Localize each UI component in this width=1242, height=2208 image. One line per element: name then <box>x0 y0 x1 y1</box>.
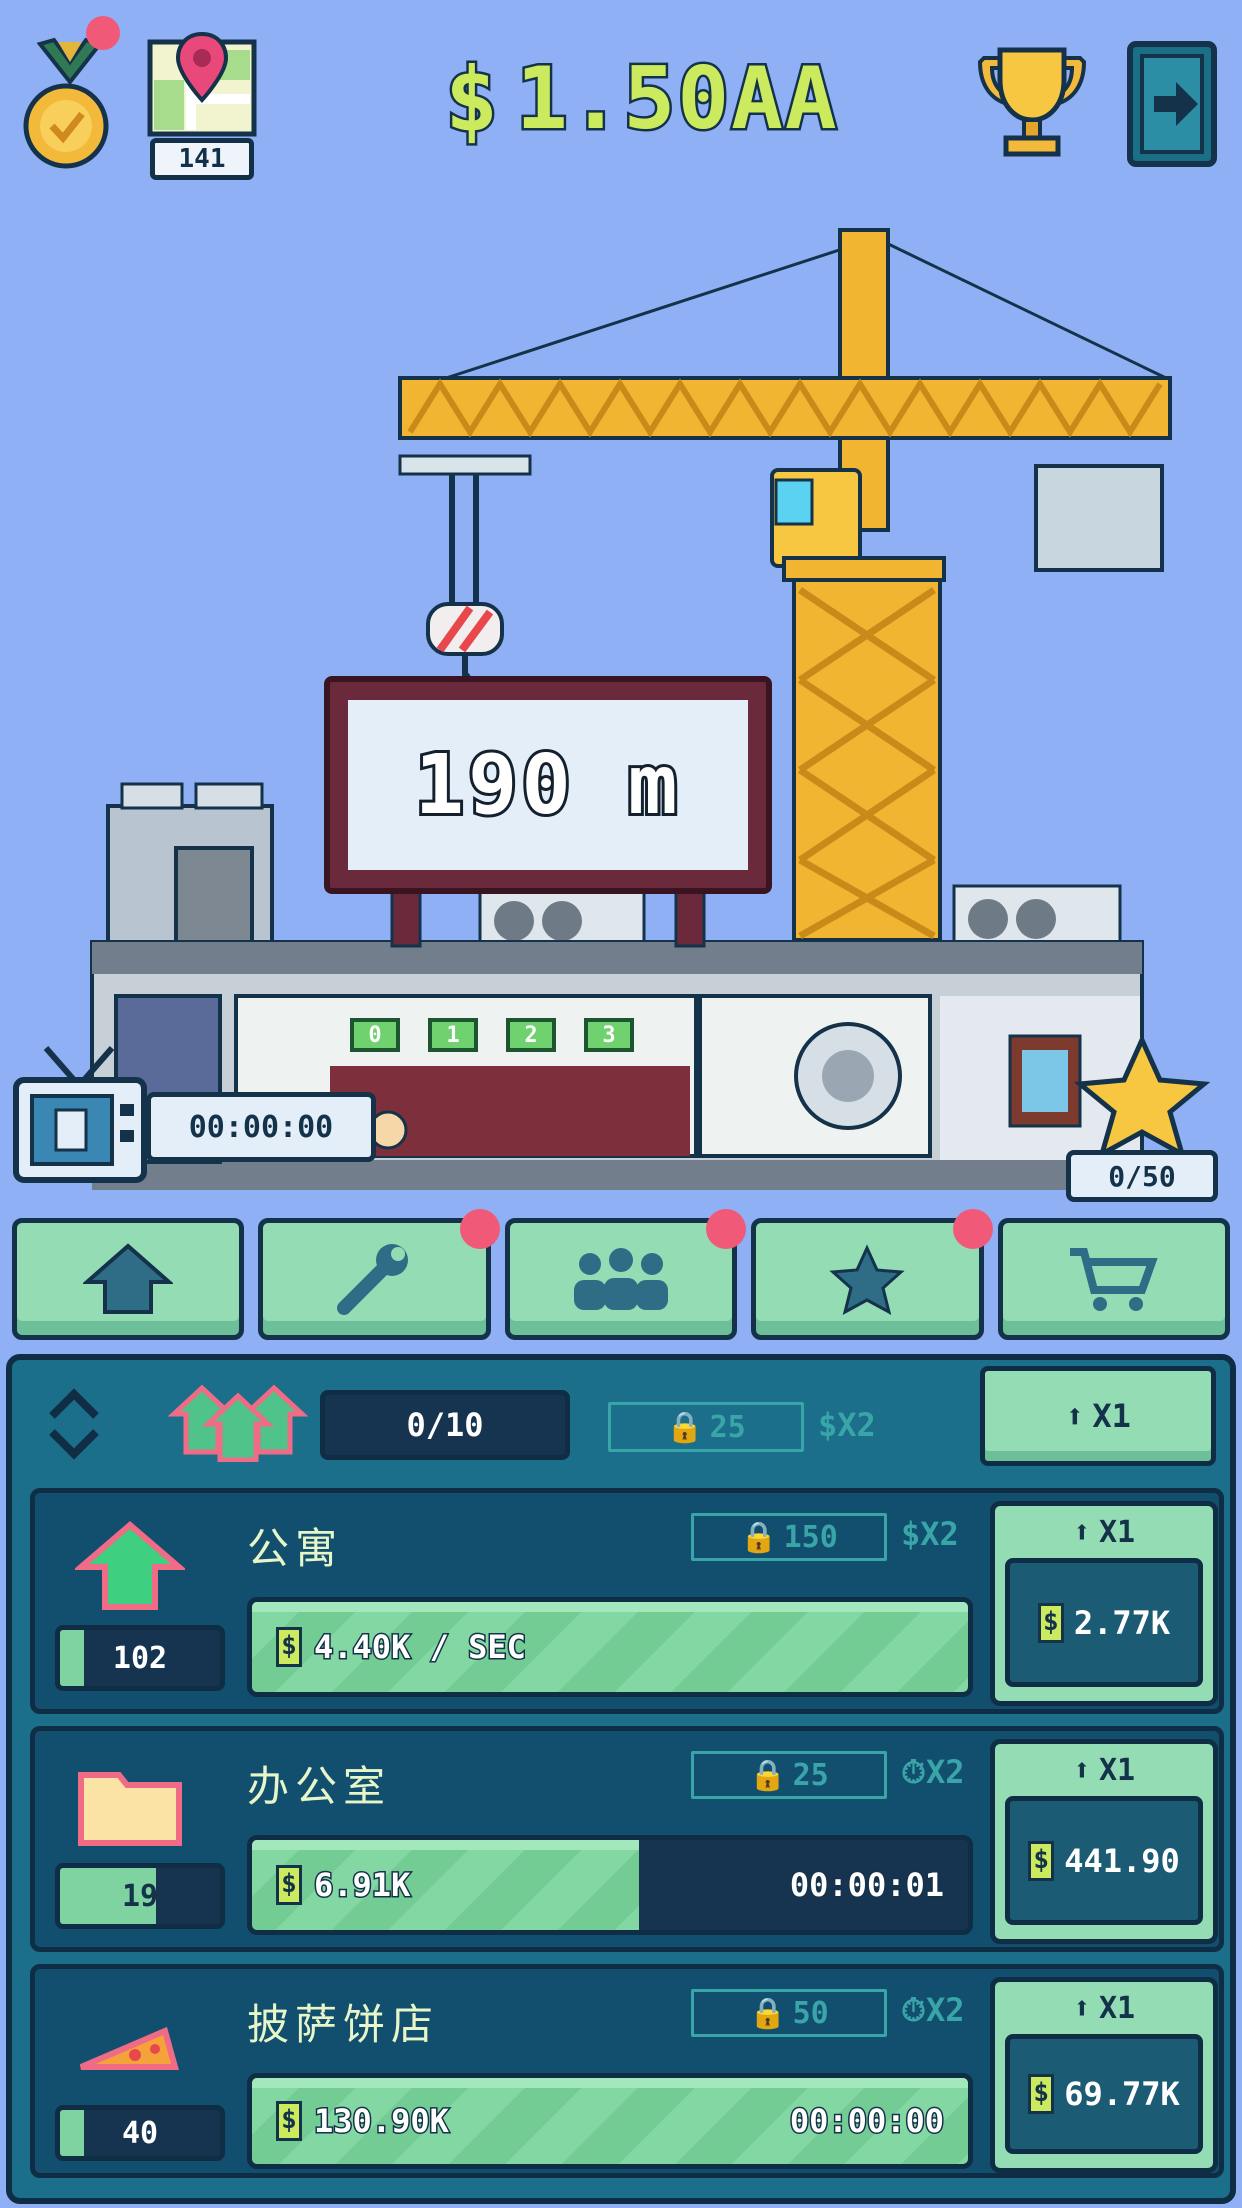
floor-tag: 0 <box>350 1018 400 1052</box>
houses-icon <box>168 1384 308 1462</box>
tv-icon <box>13 1046 147 1183</box>
lock-value: 25 <box>709 1409 746 1445</box>
house-icon <box>75 1521 185 1610</box>
wrench-icon <box>336 1244 408 1315</box>
notification-dot <box>706 1209 747 1249</box>
lock-requirement: 🔒 25 <box>691 1751 887 1799</box>
tab-managers[interactable] <box>504 1209 747 1340</box>
height-billboard: 190 m <box>324 676 772 894</box>
income-progress-bar: $6.91K 00:00:01 <box>247 1835 973 1935</box>
business-row: 40 披萨饼店 🔒 50 ⏱X2 $130.90K 00:00:00 ⬆ X1 $… <box>30 1964 1224 2178</box>
floor-tag: 3 <box>584 1018 634 1052</box>
cycle-timer: 00:00:01 <box>788 1865 945 1906</box>
business-name: 办公室 <box>247 1762 392 1811</box>
multiplier-label: X1 <box>1092 1397 1131 1435</box>
house-icon <box>83 1243 174 1314</box>
building-count: 0/10 <box>320 1390 570 1460</box>
star-icon <box>829 1244 906 1315</box>
floor-tag: 1 <box>428 1018 478 1052</box>
medal-button[interactable] <box>18 16 128 172</box>
floor-tags: 0 1 2 3 <box>350 1018 634 1052</box>
boost-label: $X2 <box>818 1406 876 1444</box>
floor-tag: 2 <box>506 1018 556 1052</box>
dollar-icon: $ <box>443 45 501 153</box>
lock-icon: 🔒 <box>666 1409 704 1445</box>
currency-display: $ 1.50AA <box>443 44 840 154</box>
trophy-icon <box>977 47 1087 157</box>
map-button[interactable]: 141 <box>146 30 258 180</box>
tv-ad-button[interactable] <box>12 1040 148 1188</box>
business-row: 19 办公室 🔒 25 ⏱X2 $6.91K 00:00:01 ⬆ X1 $441… <box>30 1726 1224 1952</box>
multiplier-button[interactable]: ⬆ X1 <box>980 1366 1216 1466</box>
map-level-count: 141 <box>150 138 254 180</box>
panel-header: 0/10 🔒 25 $X2 ⬆ X1 <box>12 1360 1230 1480</box>
dollar-icon: $ <box>276 1627 302 1667</box>
tab-stars[interactable] <box>751 1209 993 1340</box>
exit-icon <box>1127 41 1217 167</box>
lock-requirement: 🔒 50 <box>691 1989 887 2037</box>
income-progress-bar: $130.90K 00:00:00 <box>247 2073 973 2169</box>
height-label: 190 m <box>412 735 682 836</box>
dollar-icon: $ <box>1037 1602 1064 1643</box>
tab-bar <box>12 1209 1231 1340</box>
arrow-up-icon: ⬆ <box>1065 1397 1085 1435</box>
dollar-icon: $ <box>1028 2074 1055 2114</box>
tab-buildings[interactable] <box>12 1218 245 1340</box>
map-icon <box>147 31 257 137</box>
tab-shop[interactable] <box>997 1218 1231 1340</box>
income-label: 4.40K / SEC <box>313 1627 528 1668</box>
notification-dot <box>459 1209 500 1249</box>
boost-label: ⏱X2 <box>901 1753 965 1791</box>
lock-icon: 🔒 <box>740 1519 778 1555</box>
ad-timer: 00:00:00 <box>146 1092 376 1162</box>
business-name: 公寓 <box>247 1524 344 1573</box>
notification-dot <box>952 1209 993 1249</box>
income-label: 130.90K <box>313 2101 451 2142</box>
folder-icon <box>78 1772 182 1846</box>
people-icon <box>574 1248 669 1310</box>
pizza-icon <box>79 2026 179 2070</box>
lock-requirement: 🔒 25 <box>608 1402 804 1452</box>
buy-price: 2.77K <box>1073 1603 1171 1642</box>
business-name: 披萨饼店 <box>247 2000 440 2049</box>
arrow-up-icon: ⬆ <box>1072 1752 1091 1788</box>
lock-icon: 🔒 <box>749 1757 787 1793</box>
sort-arrows-icon[interactable] <box>46 1380 102 1466</box>
dollar-icon: $ <box>276 2101 302 2141</box>
buy-price: 441.90 <box>1064 1841 1180 1880</box>
lock-requirement: 🔒 150 <box>691 1513 887 1561</box>
notification-dot <box>86 16 120 50</box>
arrow-up-icon: ⬆ <box>1072 1514 1091 1550</box>
lock-icon: 🔒 <box>749 1995 787 2031</box>
business-panel: 0/10 🔒 25 $X2 ⬆ X1 102 公寓 🔒 150 $X2 $4.4… <box>6 1354 1236 2204</box>
buy-price: 69.77K <box>1064 2075 1180 2113</box>
trophy-button[interactable] <box>970 40 1094 164</box>
star-progress: 0/50 <box>1066 1150 1218 1202</box>
business-level: 102 <box>55 1625 225 1691</box>
dollar-icon: $ <box>276 1865 302 1905</box>
cart-icon <box>1069 1248 1158 1311</box>
boost-label: ⏱X2 <box>901 1991 965 2029</box>
cycle-timer: 00:00:00 <box>788 2101 945 2142</box>
boost-label: $X2 <box>901 1515 959 1553</box>
income-progress-bar: $4.40K / SEC <box>247 1597 973 1697</box>
buy-button[interactable]: ⬆ X1 $441.90 <box>990 1739 1218 1944</box>
dollar-icon: $ <box>1028 1840 1055 1881</box>
currency-amount: 1.50AA <box>513 47 839 152</box>
income-label: 6.91K <box>312 1865 411 1906</box>
exit-button[interactable] <box>1126 40 1218 168</box>
business-level: 19 <box>55 1863 225 1929</box>
tab-upgrades[interactable] <box>258 1209 500 1340</box>
business-row: 102 公寓 🔒 150 $X2 $4.40K / SEC ⬆ X1 $2.77K <box>30 1488 1224 1714</box>
buy-button[interactable]: ⬆ X1 $69.77K <box>990 1977 1218 2173</box>
arrow-up-icon: ⬆ <box>1072 1990 1091 2026</box>
buy-button[interactable]: ⬆ X1 $2.77K <box>990 1501 1218 1706</box>
business-level: 40 <box>55 2105 225 2161</box>
